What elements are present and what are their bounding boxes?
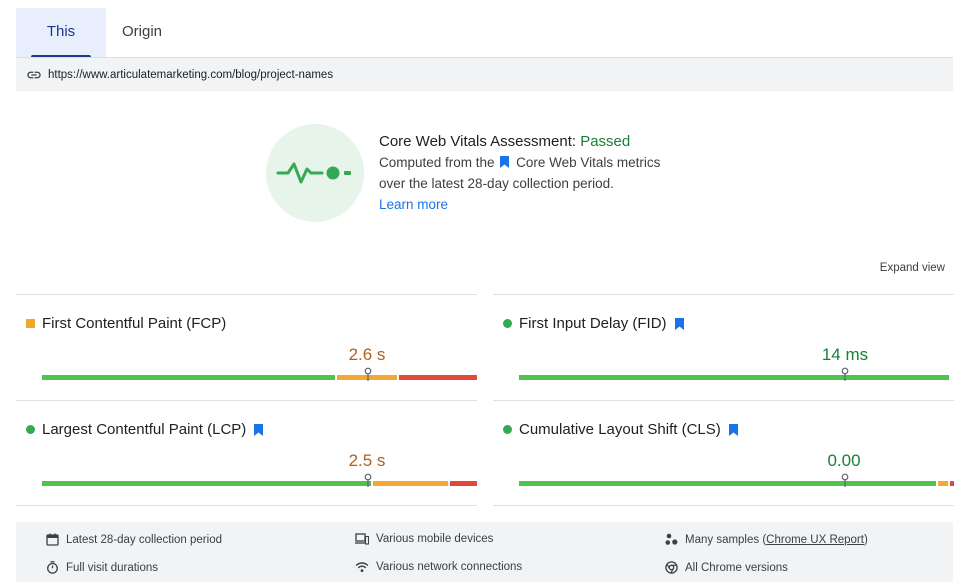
heartbeat-icon xyxy=(276,162,351,184)
url-bar: https://www.articulatemarketing.com/blog… xyxy=(16,58,953,91)
footer-period: Latest 28-day collection period xyxy=(46,533,222,546)
distribution-good xyxy=(42,375,335,380)
footer-period-label: Latest 28-day collection period xyxy=(66,533,222,546)
assessment-line1-end: Core Web Vitals metrics xyxy=(516,155,661,170)
assessment-summary: Core Web Vitals Assessment: Passed Compu… xyxy=(379,132,739,215)
metric-name: First Input Delay (FID) xyxy=(519,315,667,332)
footer-network: Various network connections xyxy=(355,561,522,573)
metric-value: 2.6 s xyxy=(348,345,386,364)
metric-header: First Contentful Paint (FCP) xyxy=(26,315,226,332)
page-url: https://www.articulatemarketing.com/blog… xyxy=(48,68,334,81)
bookmark-icon xyxy=(674,317,684,330)
distribution-needs-improvement xyxy=(373,481,448,486)
distribution-good xyxy=(42,481,371,486)
chrome-icon xyxy=(665,561,678,574)
percentile-marker-icon xyxy=(364,367,372,381)
bookmark-icon xyxy=(500,156,510,168)
distribution-poor xyxy=(950,481,954,486)
metric-name: Cumulative Layout Shift (CLS) xyxy=(519,421,721,438)
metric-header: Largest Contentful Paint (LCP) xyxy=(26,421,264,438)
distribution-poor xyxy=(399,375,477,380)
footer-versions: All Chrome versions xyxy=(665,561,788,574)
metric-header: First Input Delay (FID) xyxy=(503,315,684,332)
distribution-good xyxy=(519,481,936,486)
percentile-marker-icon xyxy=(841,367,849,381)
calendar-icon xyxy=(46,533,59,546)
samples-icon xyxy=(665,533,678,545)
distribution-bar xyxy=(42,473,477,487)
wifi-icon xyxy=(355,562,369,572)
status-square-icon xyxy=(26,319,35,328)
devices-icon xyxy=(355,533,369,545)
assessment-title: Core Web Vitals Assessment: Passed xyxy=(379,132,739,152)
status-dot-icon xyxy=(26,425,35,434)
metric-cls: Cumulative Layout Shift (CLS) 0.00 xyxy=(493,400,954,506)
status-dot-icon xyxy=(503,425,512,434)
metric-value: 14 ms xyxy=(821,345,869,364)
distribution-bar xyxy=(519,473,954,487)
tab-origin[interactable]: Origin xyxy=(106,8,178,58)
distribution-good xyxy=(519,375,949,380)
footer-network-label: Various network connections xyxy=(376,561,523,573)
footer-samples-label: Many samples ( xyxy=(685,533,767,546)
footer-devices-label: Various mobile devices xyxy=(376,533,494,545)
stopwatch-icon xyxy=(47,561,58,574)
assessment-title-label: Core Web Vitals Assessment: xyxy=(379,133,581,150)
status-dot-icon xyxy=(503,319,512,328)
distribution-bar xyxy=(42,367,477,381)
metric-name: Largest Contentful Paint (LCP) xyxy=(42,421,247,438)
tab-this-url[interactable]: This URL xyxy=(16,8,106,88)
section-divider xyxy=(493,505,954,506)
metric-value: 2.5 s xyxy=(348,451,386,470)
chrome-ux-report-link[interactable]: Chrome UX Report xyxy=(766,534,864,546)
assessment-description: Computed from the Core Web Vitals metric… xyxy=(379,152,739,173)
metric-fid: First Input Delay (FID) 14 ms xyxy=(493,294,954,400)
percentile-marker-icon xyxy=(841,473,849,487)
assessment-line1-start: Computed from the xyxy=(379,155,495,170)
footer-samples: Many samples (Chrome UX Report) xyxy=(665,533,868,546)
section-divider xyxy=(16,505,477,506)
distribution-bar xyxy=(519,367,949,381)
footer-versions-label: All Chrome versions xyxy=(685,561,788,574)
distribution-needs-improvement xyxy=(938,481,948,486)
vitals-passed-badge xyxy=(266,124,364,222)
tab-bar: This URL Origin xyxy=(16,8,178,88)
footer-samples-suffix: ) xyxy=(863,533,868,546)
footer-devices: Various mobile devices xyxy=(355,533,493,545)
distribution-poor xyxy=(450,481,477,486)
metric-header: Cumulative Layout Shift (CLS) xyxy=(503,421,738,438)
assessment-period: over the latest 28-day collection period… xyxy=(379,176,614,191)
metric-name: First Contentful Paint (FCP) xyxy=(42,315,227,332)
learn-more-link[interactable]: Learn more xyxy=(379,194,448,215)
assessment-status: Passed xyxy=(580,133,631,150)
link-icon xyxy=(27,71,41,78)
metric-fcp: First Contentful Paint (FCP) 2.6 s xyxy=(16,294,477,400)
expand-view-button[interactable]: Expand view xyxy=(880,262,945,274)
footer-visits: Full visit durations xyxy=(46,561,158,574)
metric-value: 0.00 xyxy=(827,451,861,470)
percentile-marker-icon xyxy=(364,473,372,487)
footer-visits-label: Full visit durations xyxy=(66,561,159,574)
data-source-footer: Latest 28-day collection period Full vis… xyxy=(16,522,953,582)
bookmark-icon xyxy=(728,423,738,436)
bookmark-icon xyxy=(254,423,264,436)
metric-lcp: Largest Contentful Paint (LCP) 2.5 s xyxy=(16,400,477,506)
